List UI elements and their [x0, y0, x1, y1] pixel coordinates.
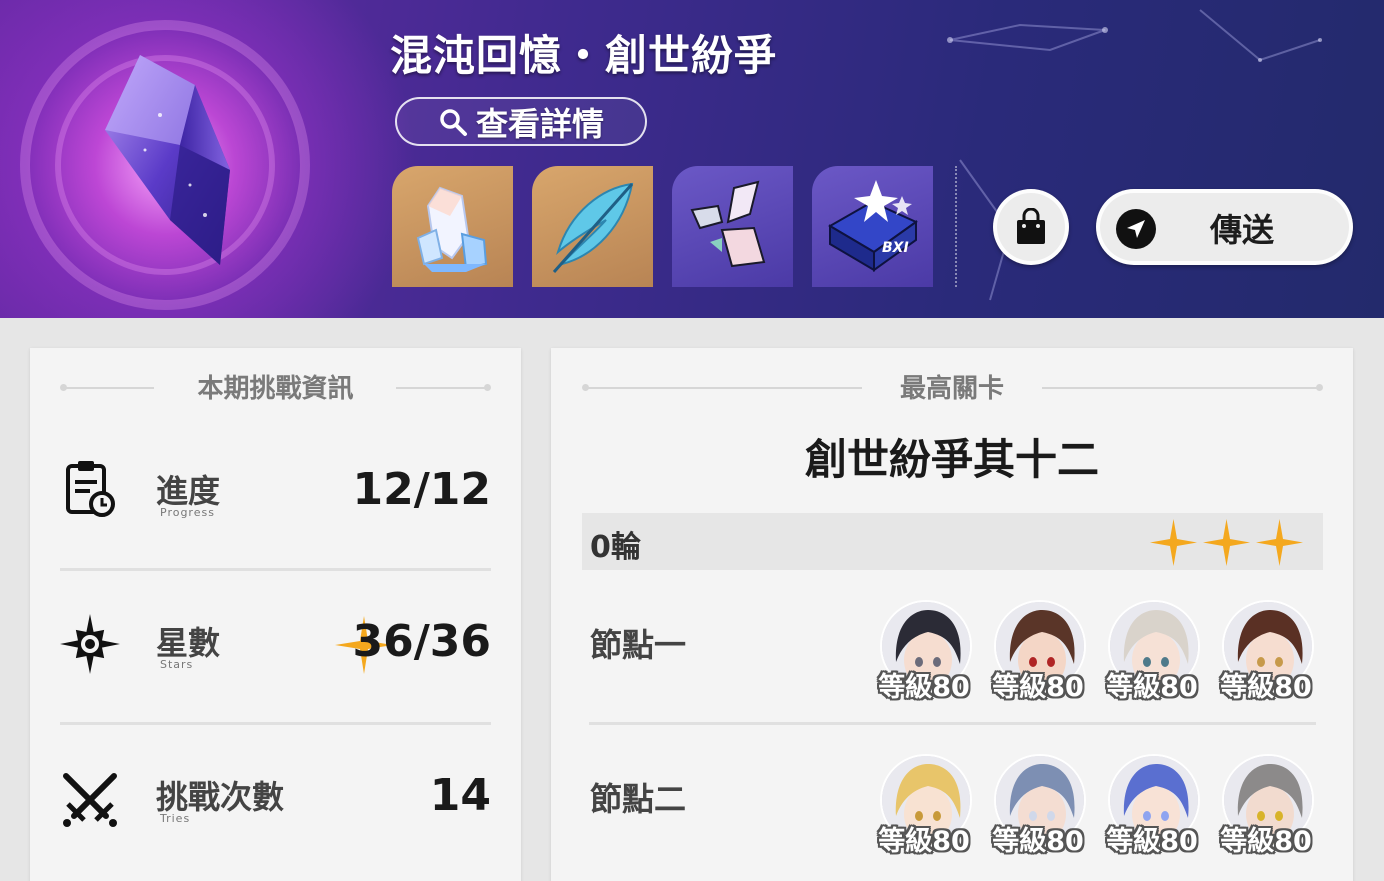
stage-stars [1150, 519, 1303, 566]
progress-row: 進度 Progress 12/12 [60, 438, 491, 568]
challenge-title: 混沌回憶・創世紛爭 [390, 31, 778, 80]
reward-item[interactable] [392, 166, 513, 287]
book-reward-icon: BXI [828, 180, 918, 272]
character-avatar[interactable]: 等級80 [992, 754, 1088, 858]
row-separator [60, 568, 491, 571]
challenge-banner: 混沌回憶・創世紛爭 查看詳情 BXI 傳送 [0, 0, 1384, 318]
star-icon [1150, 519, 1197, 566]
character-level: 等級80 [1220, 672, 1312, 703]
round-count: 0輪 [590, 530, 641, 565]
character-avatar[interactable]: 等級80 [1106, 600, 1202, 704]
shopping-bag-icon [1017, 208, 1045, 244]
stage-name: 創世紛爭其十二 [804, 435, 1099, 484]
view-details-button[interactable]: 查看詳情 [395, 97, 647, 146]
stars-row: 星數 Stars 36/36 [60, 592, 491, 722]
svg-text:BXI: BXI [882, 240, 909, 256]
chaos-crystal-icon [105, 55, 230, 265]
shards-reward-icon [690, 180, 766, 268]
character-level: 等級80 [878, 826, 970, 857]
search-icon [440, 108, 467, 136]
crystal-reward-icon [416, 186, 488, 272]
node-label: 節點一 [590, 626, 687, 664]
card-header: 本期挑戰資訊 [30, 368, 521, 408]
progress-sublabel: Progress [160, 506, 215, 519]
round-bar: 0輪 [582, 513, 1323, 570]
character-level: 等級80 [878, 672, 970, 703]
card-header: 最高關卡 [551, 368, 1353, 408]
row-separator [60, 722, 491, 725]
highest-stage-card: 最高關卡 創世紛爭其十二 0輪 節點一 等級80 等級80 等級80 等級80 節點二… [551, 348, 1353, 881]
character-avatar[interactable]: 等級80 [878, 600, 974, 704]
shop-button[interactable] [993, 189, 1069, 265]
character-level: 等級80 [1220, 826, 1312, 857]
character-level: 等級80 [1106, 672, 1198, 703]
compass-star-icon [60, 614, 120, 674]
header-dot [484, 384, 491, 391]
header-dot [1316, 384, 1323, 391]
character-avatar[interactable]: 等級80 [878, 754, 974, 858]
character-avatar[interactable]: 等級80 [1106, 754, 1202, 858]
navigation-arrow-icon [1116, 209, 1156, 249]
node-label: 節點二 [590, 780, 687, 818]
star-icon [1203, 519, 1250, 566]
node-row: 節點一 等級80 等級80 等級80 等級80 [582, 576, 1323, 706]
banner-divider [955, 166, 957, 287]
reward-item[interactable]: BXI [812, 166, 933, 287]
teleport-label: 傳送 [1210, 211, 1275, 249]
crossed-swords-icon [63, 773, 117, 827]
teleport-button[interactable]: 傳送 [1096, 189, 1353, 265]
star-icon [1256, 519, 1303, 566]
attempts-row: 挑戰次數 Tries 14 [60, 746, 491, 876]
character-avatar[interactable]: 等級80 [992, 600, 1088, 704]
attempts-sublabel: Tries [160, 812, 191, 825]
reward-item[interactable] [672, 166, 793, 287]
character-level: 等級80 [992, 826, 1084, 857]
view-details-label: 查看詳情 [475, 104, 604, 143]
row-separator [589, 722, 1316, 725]
character-avatar[interactable]: 等級80 [1220, 754, 1316, 858]
character-avatar[interactable]: 等級80 [1220, 600, 1316, 704]
header-line [1042, 387, 1320, 389]
attempts-value: 14 [429, 770, 491, 821]
character-level: 等級80 [1106, 826, 1198, 857]
progress-value: 12/12 [352, 464, 491, 515]
feather-reward-icon [552, 182, 634, 273]
node-row: 節點二 等級80 等級80 等級80 等級80 [582, 730, 1323, 860]
header-line [396, 387, 488, 389]
challenge-info-card: 本期挑戰資訊 進度 Progress 12/12 星數 Stars 36/36 … [30, 348, 521, 881]
stars-value: 36/36 [352, 616, 491, 667]
stars-sublabel: Stars [160, 658, 194, 671]
reward-item[interactable] [532, 166, 653, 287]
constellation-decoration [947, 9, 1322, 301]
clipboard-clock-icon [66, 461, 115, 517]
character-level: 等級80 [992, 672, 1084, 703]
